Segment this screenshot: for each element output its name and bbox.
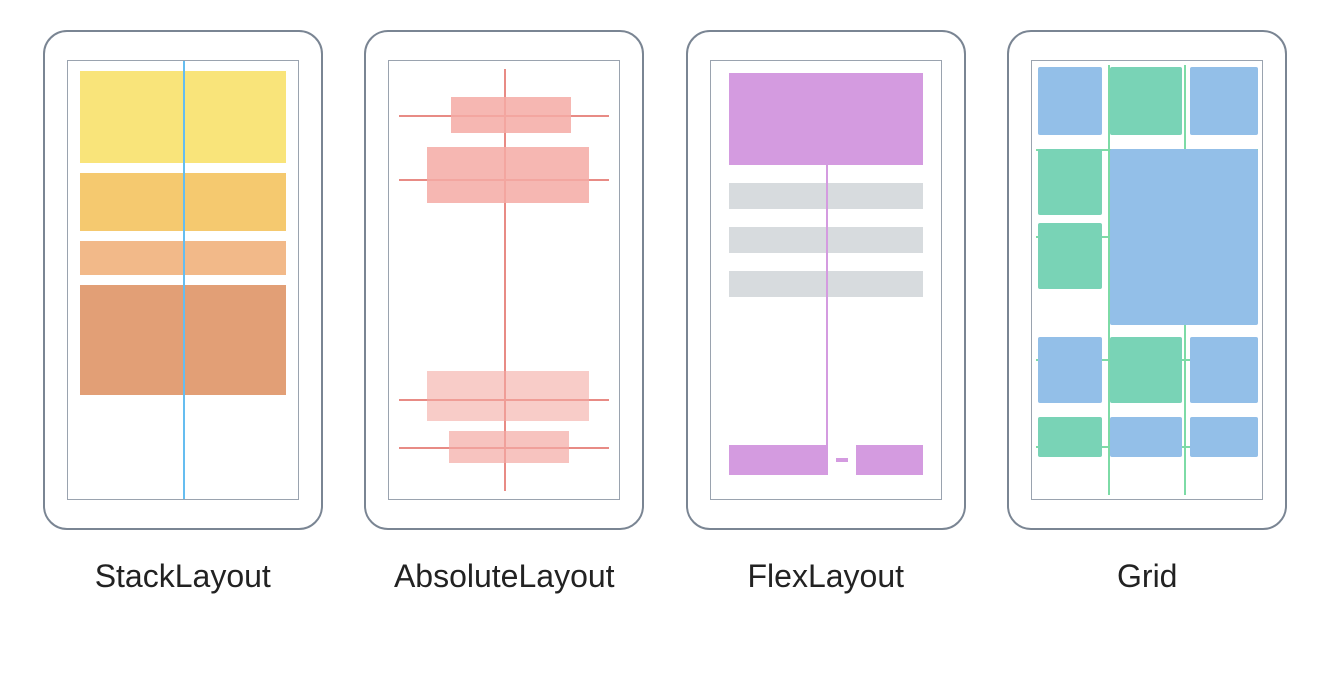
absolute-item: [449, 431, 569, 463]
grid-layout-screen: [1031, 60, 1263, 500]
absolute-layout-label: AbsoluteLayout: [394, 558, 615, 595]
flex-header-block: [729, 73, 923, 165]
stack-layout-col: StackLayout: [40, 30, 326, 595]
grid-cell: [1038, 417, 1102, 457]
flex-layout-label: FlexLayout: [747, 558, 904, 595]
absolute-item: [427, 371, 589, 421]
device-frame: [1007, 30, 1287, 530]
flex-layout-screen: [710, 60, 942, 500]
flex-layout-col: FlexLayout: [683, 30, 969, 595]
flex-footer: [729, 445, 923, 475]
absolute-item: [451, 97, 571, 133]
layouts-row: StackLayout AbsoluteLayout: [0, 0, 1330, 595]
device-frame: [364, 30, 644, 530]
absolute-layout-col: AbsoluteLayout: [362, 30, 648, 595]
grid-cell-large: [1110, 149, 1258, 325]
stack-center-axis: [183, 61, 185, 499]
flex-footer-connector: [836, 458, 848, 462]
absolute-layout-screen: [388, 60, 620, 500]
grid-cell: [1190, 67, 1258, 135]
grid-layout-col: Grid: [1005, 30, 1291, 595]
device-frame: [686, 30, 966, 530]
grid-cell: [1038, 67, 1102, 135]
grid-cell: [1190, 337, 1258, 403]
absolute-item: [427, 147, 589, 203]
grid-cell: [1110, 337, 1182, 403]
flex-footer-block: [856, 445, 922, 475]
grid-cell: [1038, 149, 1102, 215]
grid-cell: [1038, 223, 1102, 289]
stack-layout-label: StackLayout: [95, 558, 271, 595]
grid-cell: [1110, 67, 1182, 135]
grid-cell: [1038, 337, 1102, 403]
grid-cell: [1110, 417, 1182, 457]
flex-center-axis: [826, 161, 828, 459]
grid-layout-label: Grid: [1117, 558, 1177, 595]
grid-cell: [1190, 417, 1258, 457]
device-frame: [43, 30, 323, 530]
stack-layout-screen: [67, 60, 299, 500]
flex-footer-block: [729, 445, 829, 475]
